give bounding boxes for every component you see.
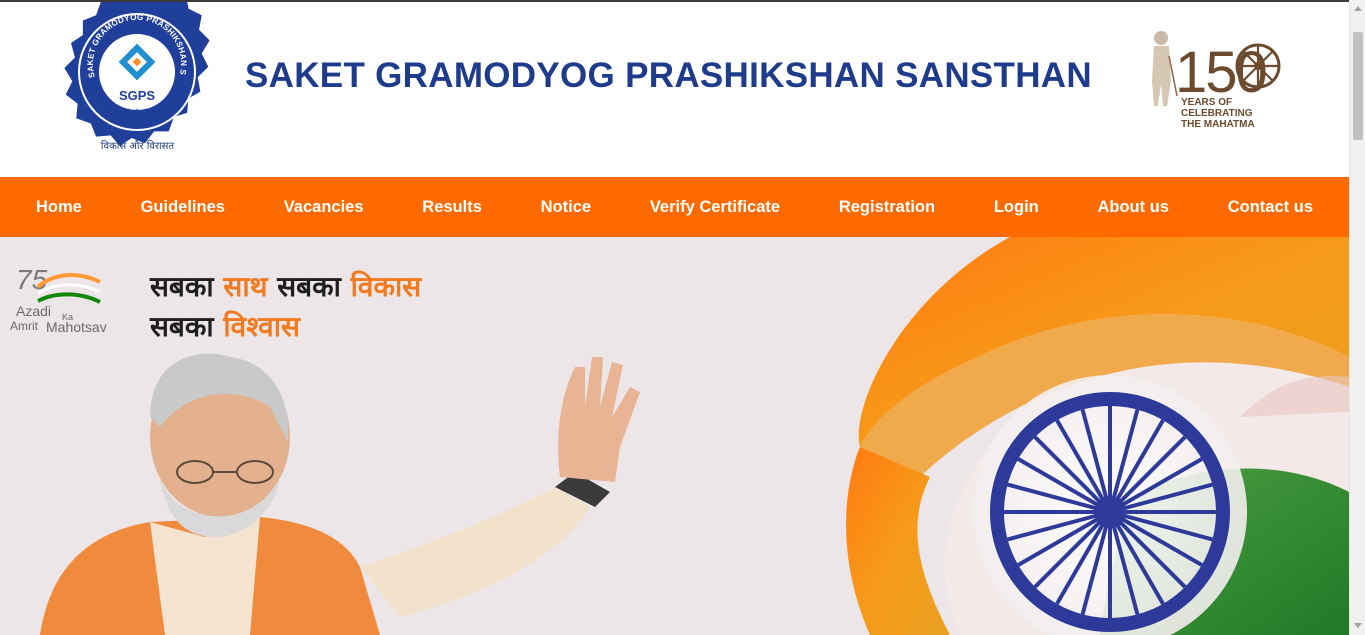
logo-abbr: SGPS: [119, 88, 155, 103]
sgps-logo[interactable]: SAKET GRAMODYOG PRASHIKSHAN SANSTHAN SGP…: [60, 2, 215, 152]
vertical-scrollbar[interactable]: [1349, 0, 1365, 635]
nav-login[interactable]: Login: [994, 198, 1039, 217]
nav-contact-us[interactable]: Contact us: [1228, 198, 1313, 217]
nav-verify-certificate[interactable]: Verify Certificate: [650, 198, 780, 217]
person-figure: [40, 353, 640, 635]
slogan-line1: सबका साथ सबका विकास: [150, 267, 421, 305]
scroll-up-icon[interactable]: [1354, 6, 1362, 11]
nav-notice[interactable]: Notice: [541, 198, 591, 217]
gandhi-silhouette-icon: [1152, 31, 1178, 106]
azadi-line2: Amrit: [10, 319, 39, 333]
slogan-line1-part-b: साथ: [223, 270, 268, 303]
hero-banner[interactable]: 75 Azadi Ka Amrit Mahotsav सबका साथ सबका…: [0, 237, 1349, 635]
slogan-line1-part-d: विकास: [350, 270, 422, 303]
azadi-line3: Mahotsav: [46, 319, 107, 335]
gandhi-150-badge: 150 YEARS OF CELEBRATING THE MAHATMA: [1152, 31, 1281, 130]
scroll-down-icon[interactable]: [1354, 623, 1362, 628]
svg-text:★ ★ ★: ★ ★ ★: [126, 107, 149, 115]
site-title[interactable]: SAKET GRAMODYOG PRASHIKSHAN SANSTHAN: [245, 56, 1092, 96]
scrollbar-thumb[interactable]: [1353, 32, 1363, 140]
site-header: SAKET GRAMODYOG PRASHIKSHAN SANSTHAN SGP…: [0, 2, 1349, 177]
slogan-line2: सबका विश्वास: [150, 307, 300, 345]
main-nav: Home Guidelines Vacancies Results Notice…: [0, 177, 1349, 237]
badge-line3: THE MAHATMA: [1181, 119, 1255, 130]
nav-about-us[interactable]: About us: [1097, 198, 1169, 217]
slogan-line2-part-b: विश्वास: [223, 310, 300, 343]
nav-results[interactable]: Results: [422, 198, 482, 217]
page: SAKET GRAMODYOG PRASHIKSHAN SANSTHAN SGP…: [0, 2, 1349, 635]
slogan-line1-part-c: सबका: [267, 270, 351, 303]
badge-line2: CELEBRATING: [1181, 108, 1253, 119]
nav-vacancies[interactable]: Vacancies: [284, 198, 364, 217]
nav-home[interactable]: Home: [36, 198, 82, 217]
azadi-line1: Azadi: [16, 303, 51, 319]
badge-line1: YEARS OF: [1181, 97, 1232, 108]
logo-tagline: विकास और विरासत: [100, 141, 175, 152]
slogan-line2-part-a: सबका: [150, 310, 224, 343]
nav-guidelines[interactable]: Guidelines: [141, 198, 225, 217]
nav-registration[interactable]: Registration: [839, 198, 935, 217]
slogan-line1-part-a: सबका: [150, 270, 224, 303]
charkha-icon: [1235, 43, 1281, 89]
azadi-ka-amrit-mahotsav-logo: 75 Azadi Ka Amrit Mahotsav: [10, 264, 107, 335]
